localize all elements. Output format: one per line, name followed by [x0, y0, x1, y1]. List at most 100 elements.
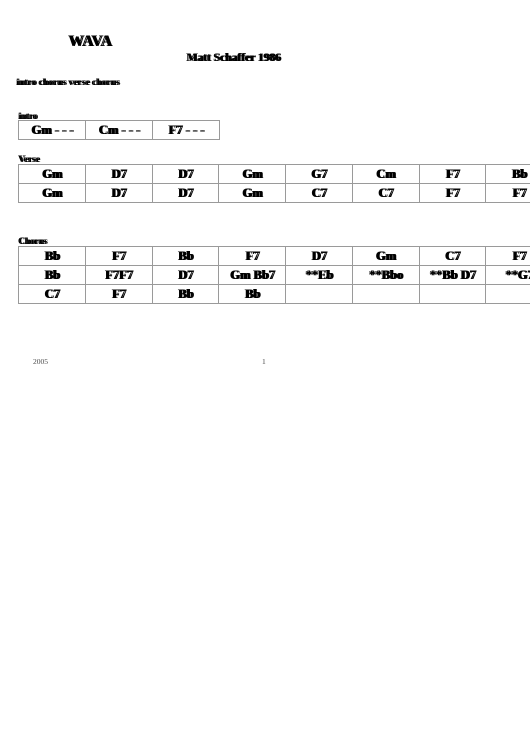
section-label-chorus-text: Chorus: [18, 236, 47, 246]
chord-cell-text: Bb: [244, 287, 261, 302]
section-label-verse-text: Verse: [18, 154, 41, 164]
chord-cell: Bb: [151, 246, 220, 266]
chord-cell: F7: [84, 284, 153, 304]
chord-cell-text: F7: [245, 249, 260, 264]
chord-cell-text: **G7: [505, 268, 530, 283]
chord-cell: D7: [84, 183, 153, 203]
chord-cell-text: Bb: [511, 167, 528, 182]
chord-cell-text: D7: [178, 167, 195, 182]
table-row: Gm - - - Cm - - - F7 - - -: [18, 120, 220, 140]
chord-cell-empty: [285, 284, 353, 304]
chord-cell-text: D7: [178, 186, 195, 201]
table-row: Gm D7 D7 Gm C7 C7 F7 F7: [18, 183, 530, 203]
song-title-text: WAVA: [68, 33, 113, 51]
chord-cell-text: F7: [445, 186, 460, 201]
song-form-line: intro chorus verse chorus: [16, 78, 120, 88]
chord-cell: Bb: [485, 164, 530, 184]
chord-cell: D7: [84, 164, 153, 184]
chord-cell-text: C7: [311, 186, 328, 201]
chord-cell-text: Bb: [44, 249, 61, 264]
chord-cell: F7: [485, 246, 530, 266]
chord-grid-verse: Gm D7 D7 Gm G7 Cm F7 Bb Gm D7 D7 Gm C7 C…: [18, 164, 530, 203]
chord-cell-text: D7: [111, 167, 128, 182]
chord-cell: Gm: [218, 183, 286, 203]
chord-cell-text: Bb: [178, 287, 195, 302]
chord-cell-text: Gm: [42, 186, 64, 201]
chord-cell-text: F7: [112, 287, 127, 302]
chord-cell: **Bb D7: [418, 265, 487, 285]
chord-cell-text: Gm: [376, 249, 398, 264]
chord-cell: **G7: [485, 265, 530, 285]
chord-cell: F7 - - -: [152, 120, 220, 140]
table-row: Bb F7F7 D7 Gm Bb7 **Eb **Bbo **Bb D7 **G…: [18, 265, 530, 285]
chord-cell: D7: [151, 265, 220, 285]
song-title: WAVA: [68, 33, 113, 51]
chord-cell: F7: [218, 246, 286, 266]
footer-year: 2005: [33, 357, 48, 366]
chord-cell-text: **Bb D7: [429, 268, 477, 283]
chord-cell-text: G7: [311, 167, 328, 182]
chord-cell: Gm: [218, 164, 286, 184]
chord-cell: Gm - - -: [18, 120, 86, 140]
chord-cell-text: Gm: [242, 167, 264, 182]
chord-cell-text: F7F7: [105, 268, 134, 283]
chord-cell: C7: [285, 183, 353, 203]
chord-cell-empty: [418, 284, 487, 304]
chord-cell: Bb: [151, 284, 220, 304]
chord-cell-text: F7: [445, 167, 460, 182]
chord-cell: Cm - - -: [85, 120, 153, 140]
chord-cell-text: Gm - - -: [31, 123, 74, 138]
table-row: Bb F7 Bb F7 D7 Gm C7 F7: [18, 246, 530, 266]
chord-cell-text: D7: [111, 186, 128, 201]
chord-cell: G7: [285, 164, 353, 184]
chord-cell-text: F7 - - -: [168, 123, 205, 138]
chord-cell-text: Cm: [376, 167, 397, 182]
chord-cell-text: C7: [378, 186, 395, 201]
table-row: Gm D7 D7 Gm G7 Cm F7 Bb: [18, 164, 530, 184]
section-label-verse: Verse: [18, 154, 41, 164]
chord-cell-text: F7: [512, 186, 527, 201]
chord-cell: F7: [84, 246, 153, 266]
chord-cell: Bb: [18, 265, 86, 285]
composer-byline-text: Matt Schaffer 1986: [186, 52, 282, 64]
chord-cell: Cm: [351, 164, 420, 184]
chord-cell: Gm: [18, 164, 86, 184]
chord-cell: F7F7: [84, 265, 153, 285]
chord-cell-text: Gm: [42, 167, 64, 182]
chord-cell: Bb: [18, 246, 86, 266]
chord-cell-text: C7: [44, 287, 61, 302]
chord-cell-text: D7: [311, 249, 328, 264]
chord-cell: C7: [418, 246, 487, 266]
song-form-text: intro chorus verse chorus: [16, 78, 120, 88]
chord-cell: Bb: [218, 284, 286, 304]
chord-cell: F7: [485, 183, 530, 203]
chord-cell: C7: [18, 284, 86, 304]
chord-cell-text: Cm - - -: [98, 123, 141, 138]
chord-cell: D7: [151, 183, 220, 203]
chord-grid-chorus: Bb F7 Bb F7 D7 Gm C7 F7 Bb F7F7 D7 Gm Bb…: [18, 246, 530, 304]
chord-cell-text: Bb: [44, 268, 61, 283]
chord-cell-text: Gm: [242, 186, 264, 201]
chord-cell: F7: [418, 183, 487, 203]
chord-cell-text: F7: [512, 249, 527, 264]
chord-cell-text: Gm Bb7: [230, 268, 276, 283]
chord-cell-text: C7: [445, 249, 462, 264]
footer-page-number: 1: [262, 357, 266, 366]
chord-cell: **Bbo: [351, 265, 420, 285]
chord-cell: D7: [151, 164, 220, 184]
chord-cell: Gm: [18, 183, 86, 203]
chord-cell-empty: [351, 284, 420, 304]
chord-cell: D7: [285, 246, 353, 266]
chord-cell: C7: [351, 183, 420, 203]
section-label-chorus: Chorus: [18, 236, 47, 246]
chord-grid-intro: Gm - - - Cm - - - F7 - - -: [18, 120, 220, 140]
chord-cell: Gm Bb7: [218, 265, 286, 285]
chord-cell-text: **Eb: [305, 268, 334, 283]
chord-cell: **Eb: [285, 265, 353, 285]
chord-cell-text: **Bbo: [369, 268, 404, 283]
chord-cell-text: D7: [178, 268, 195, 283]
chord-chart-page: WAVA Matt Schaffer 1986 intro chorus ver…: [0, 0, 530, 749]
table-row: C7 F7 Bb Bb: [18, 284, 530, 304]
chord-cell-text: Bb: [178, 249, 195, 264]
chord-cell: F7: [418, 164, 487, 184]
